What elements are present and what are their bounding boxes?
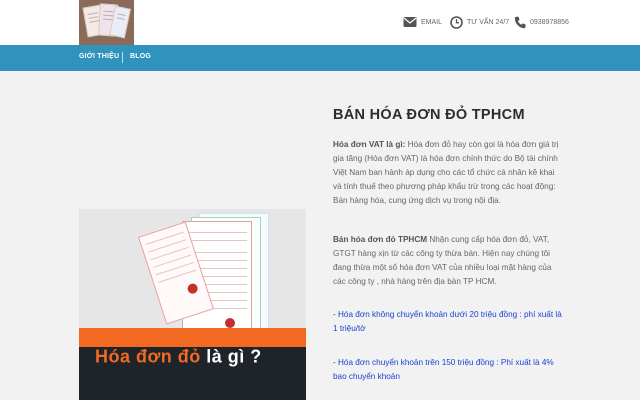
- invoice-stack-logo[interactable]: [79, 0, 134, 45]
- email-label: EMAIL: [421, 18, 443, 26]
- phone-contact[interactable]: 0938978856: [514, 13, 569, 31]
- nav-divider: [122, 52, 123, 63]
- sell-label: Bán hóa đơn đỏ TPHCM: [333, 235, 428, 244]
- site-header: EMAIL TƯ VẤN 24/7 0938978856: [0, 0, 640, 45]
- article-title: BÁN HÓA ĐƠN ĐỎ TPHCM: [333, 107, 525, 123]
- hero-caption-rest: là gì ?: [200, 345, 262, 367]
- price-item-no-transfer: - Hóa đơn không chuyển khoản dưới 20 tri…: [333, 310, 562, 333]
- clock-icon: [450, 15, 463, 29]
- price-item-transfer: - Hóa đơn chuyển khoản trên 150 triệu đồ…: [333, 358, 554, 381]
- hero-image: Hóa đơn đỏ là gì ?: [79, 209, 306, 400]
- phone-number: 0938978856: [530, 18, 569, 26]
- nav-item-about[interactable]: GIỚI THIỆU: [79, 53, 119, 60]
- nav-item-blog[interactable]: BLOG: [130, 53, 151, 60]
- intro-paragraph: Hóa đơn VAT là gì: Hóa đơn đỏ hay còn gọ…: [333, 138, 565, 208]
- intro-label: Hóa đơn VAT là gì:: [333, 140, 406, 149]
- phone-icon: [514, 16, 526, 28]
- hero-caption: Hóa đơn đỏ là gì ?: [95, 345, 262, 367]
- email-contact[interactable]: EMAIL: [403, 13, 442, 31]
- envelope-icon: [403, 17, 417, 27]
- intro-text: Hóa đơn đỏ hay còn gọi là hóa đơn giá tr…: [333, 140, 559, 205]
- consult-label: TƯ VẤN 24/7: [467, 18, 510, 26]
- sell-paragraph: Bán hóa đơn đỏ TPHCM Nhận cung cấp hóa đ…: [333, 233, 565, 289]
- hero-caption-main: Hóa đơn đỏ: [95, 345, 201, 367]
- consult-contact[interactable]: TƯ VẤN 24/7: [450, 13, 509, 31]
- main-nav: GIỚI THIỆU BLOG: [0, 45, 640, 71]
